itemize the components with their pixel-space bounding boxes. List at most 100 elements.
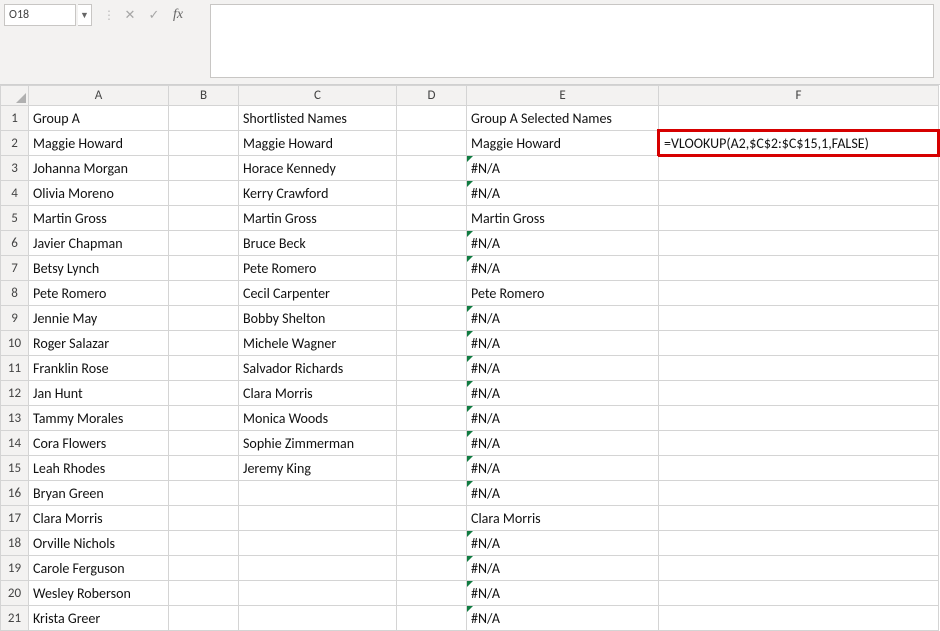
- cell-F2[interactable]: =VLOOKUP(A2,$C$2:$C$15,1,FALSE): [659, 131, 939, 156]
- row-header[interactable]: 19: [1, 556, 29, 581]
- cell-A15[interactable]: Leah Rhodes: [29, 456, 169, 481]
- cell-A3[interactable]: Johanna Morgan: [29, 156, 169, 181]
- row-header[interactable]: 12: [1, 381, 29, 406]
- cell-D8[interactable]: [397, 281, 467, 306]
- cell-E1[interactable]: Group A Selected Names: [467, 106, 659, 131]
- cell-D15[interactable]: [397, 456, 467, 481]
- row-header[interactable]: 3: [1, 156, 29, 181]
- cell-C9[interactable]: Bobby Shelton: [239, 306, 397, 331]
- cell-F9[interactable]: [659, 306, 939, 331]
- cell-B7[interactable]: [169, 256, 239, 281]
- cell-A11[interactable]: Franklin Rose: [29, 356, 169, 381]
- cell-B6[interactable]: [169, 231, 239, 256]
- cell-E3[interactable]: #N/A: [467, 156, 659, 181]
- cell-B14[interactable]: [169, 431, 239, 456]
- row-header[interactable]: 18: [1, 531, 29, 556]
- cell-D3[interactable]: [397, 156, 467, 181]
- cell-F20[interactable]: [659, 581, 939, 606]
- cell-D18[interactable]: [397, 531, 467, 556]
- cell-C10[interactable]: Michele Wagner: [239, 331, 397, 356]
- cell-A16[interactable]: Bryan Green: [29, 481, 169, 506]
- cell-C4[interactable]: Kerry Crawford: [239, 181, 397, 206]
- cell-E11[interactable]: #N/A: [467, 356, 659, 381]
- cell-F14[interactable]: [659, 431, 939, 456]
- cell-E21[interactable]: #N/A: [467, 606, 659, 631]
- cell-E19[interactable]: #N/A: [467, 556, 659, 581]
- name-box[interactable]: O18: [4, 4, 76, 26]
- cell-A19[interactable]: Carole Ferguson: [29, 556, 169, 581]
- cell-F10[interactable]: [659, 331, 939, 356]
- cell-A10[interactable]: Roger Salazar: [29, 331, 169, 356]
- formula-bar-input[interactable]: [210, 4, 934, 78]
- cell-F15[interactable]: [659, 456, 939, 481]
- cell-B9[interactable]: [169, 306, 239, 331]
- cell-C20[interactable]: [239, 581, 397, 606]
- cell-F1[interactable]: [659, 106, 939, 131]
- row-header[interactable]: 5: [1, 206, 29, 231]
- cell-A5[interactable]: Martin Gross: [29, 206, 169, 231]
- cell-C21[interactable]: [239, 606, 397, 631]
- cell-A1[interactable]: Group A: [29, 106, 169, 131]
- cell-C3[interactable]: Horace Kennedy: [239, 156, 397, 181]
- cell-A9[interactable]: Jennie May: [29, 306, 169, 331]
- cell-E14[interactable]: #N/A: [467, 431, 659, 456]
- row-header[interactable]: 6: [1, 231, 29, 256]
- cell-A6[interactable]: Javier Chapman: [29, 231, 169, 256]
- cell-C12[interactable]: Clara Morris: [239, 381, 397, 406]
- cell-A14[interactable]: Cora Flowers: [29, 431, 169, 456]
- cell-F17[interactable]: [659, 506, 939, 531]
- cell-A17[interactable]: Clara Morris: [29, 506, 169, 531]
- col-header-E[interactable]: E: [467, 86, 659, 106]
- cell-E7[interactable]: #N/A: [467, 256, 659, 281]
- cell-B17[interactable]: [169, 506, 239, 531]
- cell-F16[interactable]: [659, 481, 939, 506]
- cell-B11[interactable]: [169, 356, 239, 381]
- cell-C1[interactable]: Shortlisted Names: [239, 106, 397, 131]
- cell-B19[interactable]: [169, 556, 239, 581]
- row-header[interactable]: 10: [1, 331, 29, 356]
- cell-E18[interactable]: #N/A: [467, 531, 659, 556]
- cell-D16[interactable]: [397, 481, 467, 506]
- cell-C7[interactable]: Pete Romero: [239, 256, 397, 281]
- col-header-D[interactable]: D: [397, 86, 467, 106]
- cell-E17[interactable]: Clara Morris: [467, 506, 659, 531]
- cell-E5[interactable]: Martin Gross: [467, 206, 659, 231]
- cell-D21[interactable]: [397, 606, 467, 631]
- row-header[interactable]: 13: [1, 406, 29, 431]
- cell-F6[interactable]: [659, 231, 939, 256]
- cell-A18[interactable]: Orville Nichols: [29, 531, 169, 556]
- cell-E20[interactable]: #N/A: [467, 581, 659, 606]
- row-header[interactable]: 15: [1, 456, 29, 481]
- row-header[interactable]: 7: [1, 256, 29, 281]
- cell-D13[interactable]: [397, 406, 467, 431]
- cell-F7[interactable]: [659, 256, 939, 281]
- cell-E10[interactable]: #N/A: [467, 331, 659, 356]
- cell-D7[interactable]: [397, 256, 467, 281]
- cell-C17[interactable]: [239, 506, 397, 531]
- row-header[interactable]: 8: [1, 281, 29, 306]
- cell-F18[interactable]: [659, 531, 939, 556]
- cell-C15[interactable]: Jeremy King: [239, 456, 397, 481]
- cell-F4[interactable]: [659, 181, 939, 206]
- cell-B8[interactable]: [169, 281, 239, 306]
- cell-E16[interactable]: #N/A: [467, 481, 659, 506]
- row-header[interactable]: 9: [1, 306, 29, 331]
- row-header[interactable]: 14: [1, 431, 29, 456]
- cell-A12[interactable]: Jan Hunt: [29, 381, 169, 406]
- cell-C8[interactable]: Cecil Carpenter: [239, 281, 397, 306]
- cell-C18[interactable]: [239, 531, 397, 556]
- cell-F13[interactable]: [659, 406, 939, 431]
- cell-F11[interactable]: [659, 356, 939, 381]
- cell-E9[interactable]: #N/A: [467, 306, 659, 331]
- cell-D11[interactable]: [397, 356, 467, 381]
- row-header[interactable]: 21: [1, 606, 29, 631]
- cell-C11[interactable]: Salvador Richards: [239, 356, 397, 381]
- cell-D2[interactable]: [397, 131, 467, 156]
- cell-B16[interactable]: [169, 481, 239, 506]
- row-header[interactable]: 4: [1, 181, 29, 206]
- cell-C14[interactable]: Sophie Zimmerman: [239, 431, 397, 456]
- cell-E8[interactable]: Pete Romero: [467, 281, 659, 306]
- cell-C19[interactable]: [239, 556, 397, 581]
- cell-E4[interactable]: #N/A: [467, 181, 659, 206]
- select-all-corner[interactable]: [1, 86, 29, 106]
